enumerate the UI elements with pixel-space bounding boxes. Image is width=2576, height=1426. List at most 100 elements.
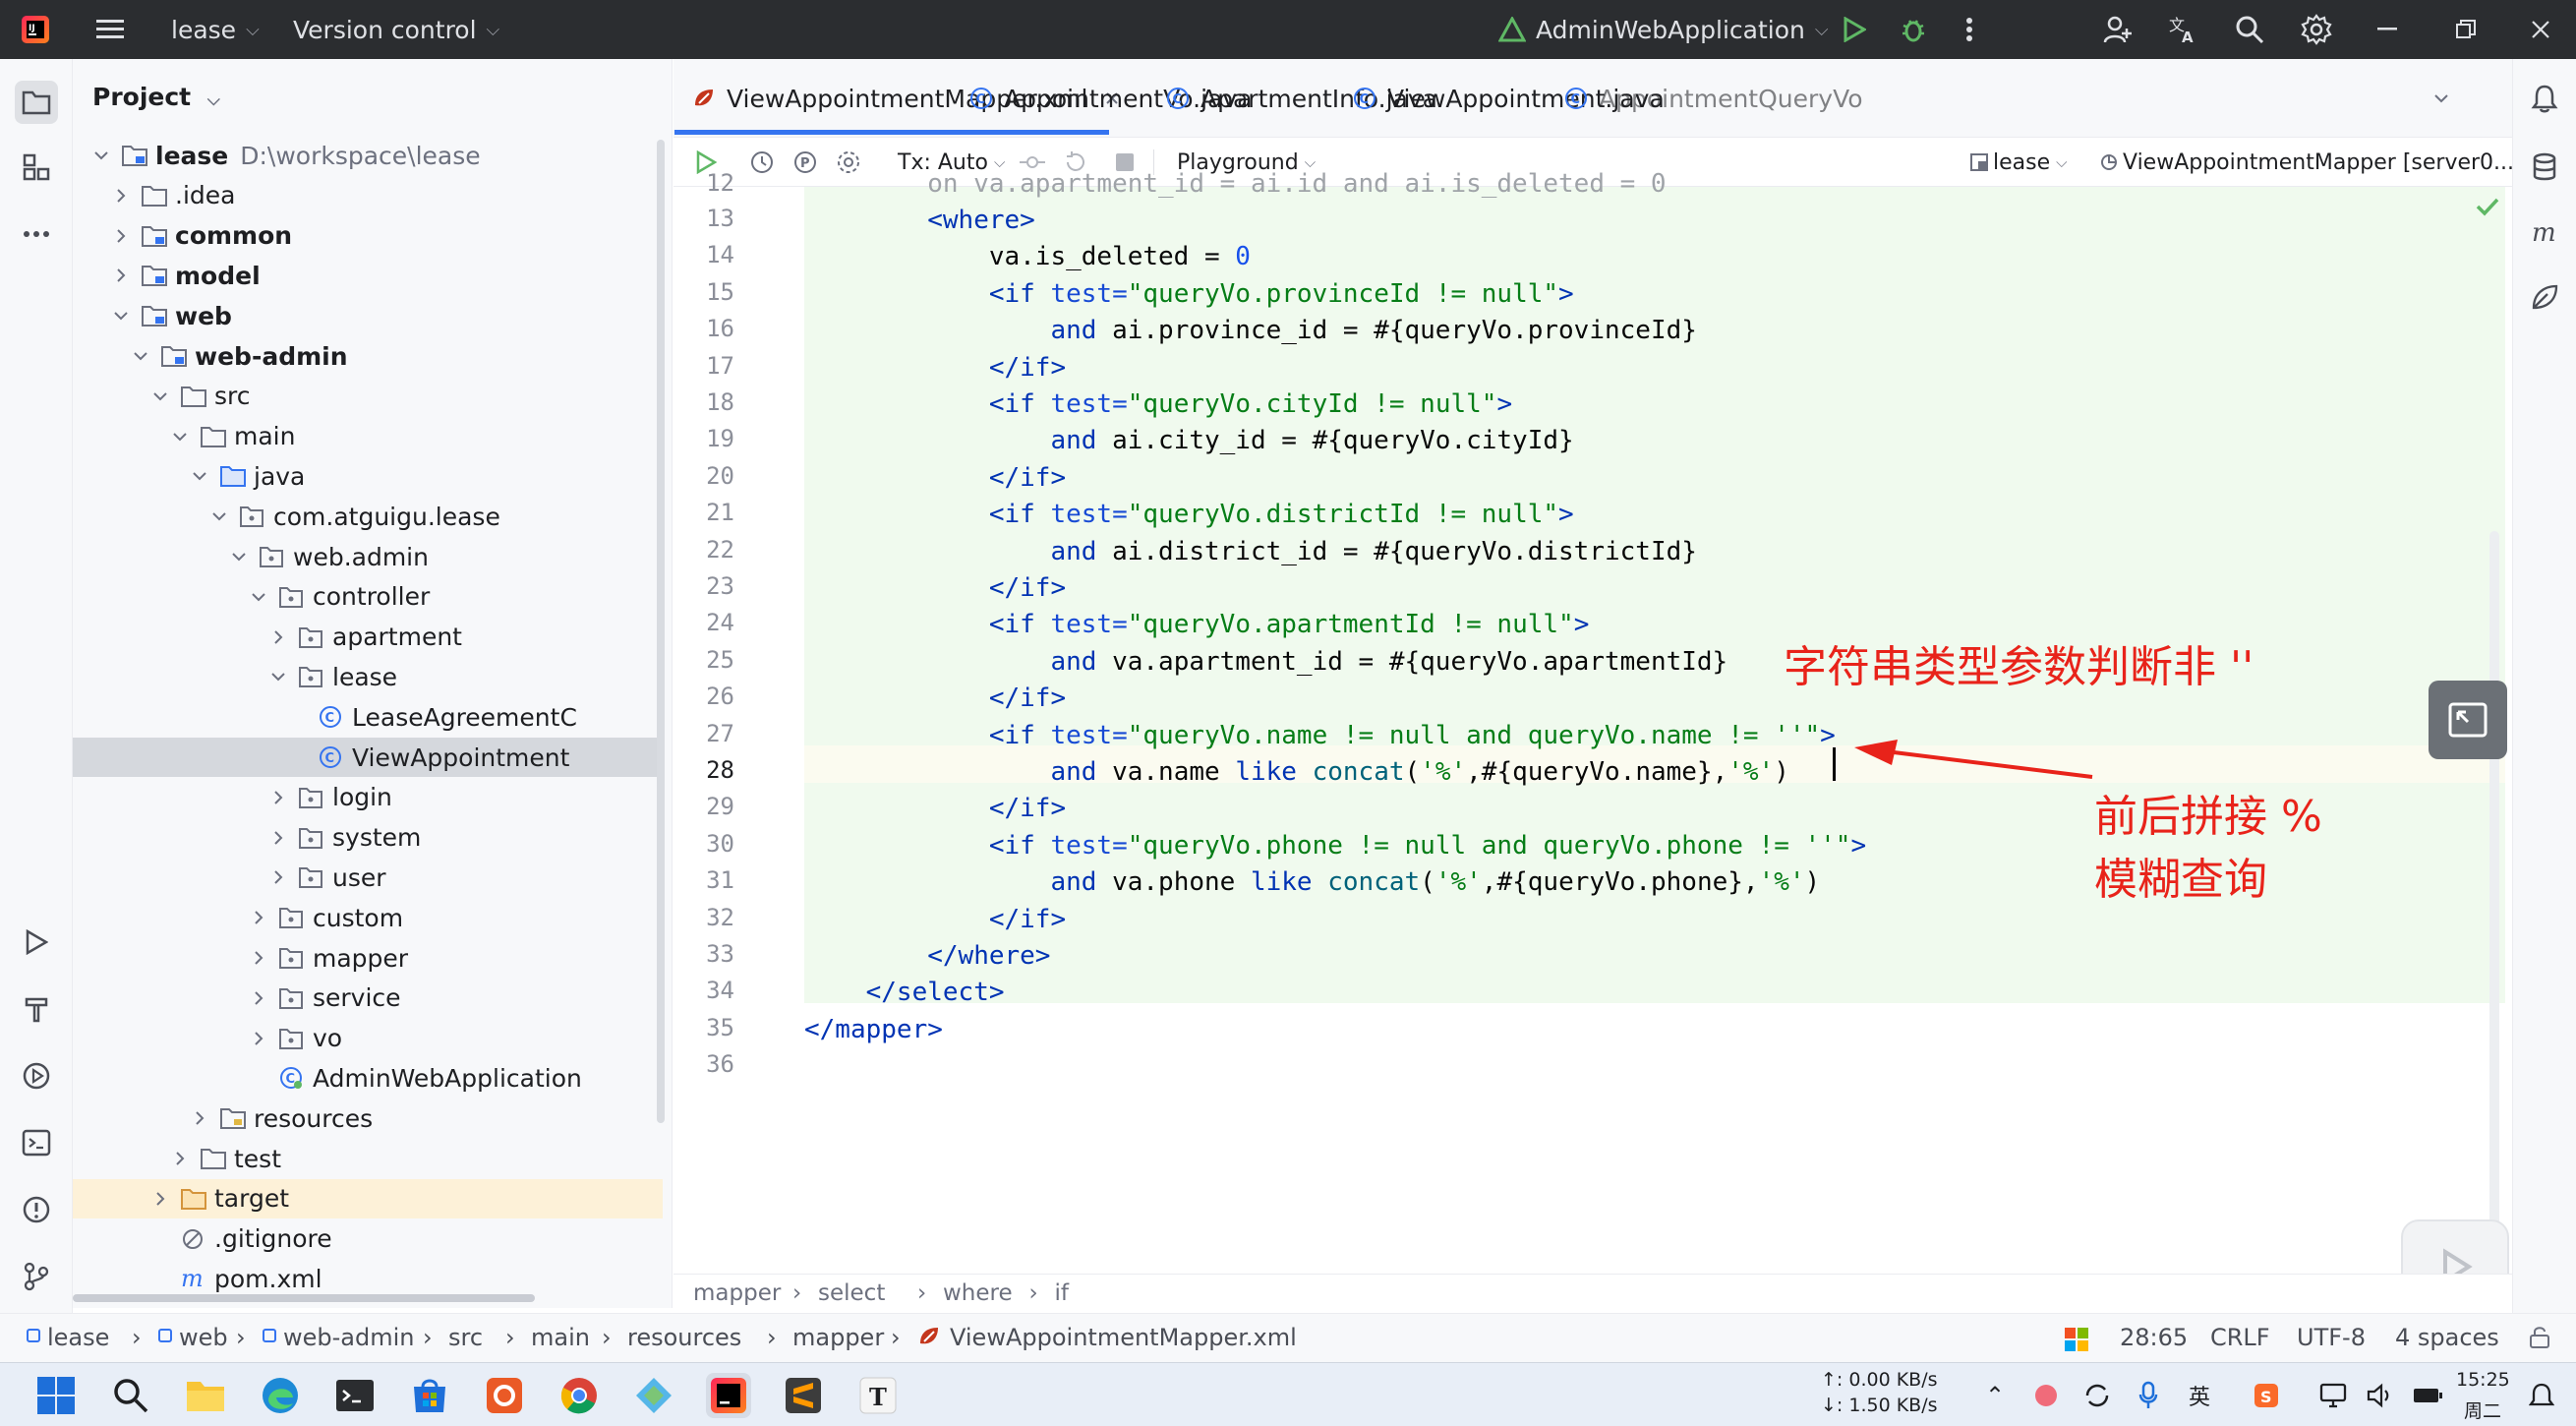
chevron-right-icon[interactable] — [267, 626, 289, 648]
tray-notification-icon[interactable] — [2519, 1373, 2564, 1418]
tree-node[interactable]: web.admin — [73, 537, 663, 576]
git-branch-icon[interactable] — [19, 1259, 54, 1294]
leaf-icon[interactable] — [2527, 279, 2562, 315]
tree-node[interactable]: test — [73, 1139, 663, 1178]
windows-start-icon[interactable] — [33, 1373, 79, 1418]
chevron-right-icon[interactable] — [149, 1188, 171, 1210]
tree-node[interactable]: src — [73, 377, 663, 416]
run-tool-icon[interactable] — [19, 924, 54, 960]
tray-chevron-up-icon[interactable]: ⌃ — [1972, 1373, 2018, 1418]
status-path-item[interactable]: web-admin — [283, 1324, 415, 1351]
main-menu-icon[interactable] — [92, 12, 128, 47]
chevron-down-icon[interactable] — [228, 546, 250, 567]
translate-icon[interactable]: 文A — [2165, 12, 2200, 47]
restore-icon[interactable] — [2448, 12, 2484, 47]
chevron-right-icon[interactable] — [267, 787, 289, 808]
chrome-icon[interactable] — [556, 1373, 602, 1418]
tree-node[interactable]: custom — [73, 898, 663, 937]
tray-ime-icon[interactable]: 英 — [2177, 1373, 2222, 1418]
tray-sync-icon[interactable] — [2075, 1373, 2120, 1418]
tree-node[interactable]: controller — [73, 577, 663, 617]
tree-node[interactable]: user — [73, 858, 663, 897]
maven-icon[interactable]: m — [2527, 214, 2562, 250]
sublime-icon[interactable] — [781, 1373, 826, 1418]
tabs-more-icon[interactable] — [2433, 59, 2449, 138]
settings-gear-icon[interactable] — [2299, 12, 2334, 47]
tree-node[interactable]: m pom.xml — [73, 1259, 663, 1298]
more-tools-icon[interactable] — [19, 216, 54, 252]
status-path-item[interactable]: src — [448, 1324, 483, 1351]
chevron-right-icon[interactable] — [110, 265, 132, 286]
editor-tab[interactable]: C AppointmentQueryVo — [1563, 59, 1863, 138]
chevron-down-icon[interactable] — [189, 465, 210, 487]
tray-volume-icon[interactable] — [2358, 1373, 2403, 1418]
tree-node[interactable]: web-admin — [73, 336, 663, 376]
tray-app-icon[interactable] — [2023, 1373, 2069, 1418]
typora-icon[interactable]: T — [855, 1373, 901, 1418]
tree-node[interactable]: java — [73, 456, 663, 496]
minimize-icon[interactable] — [2370, 12, 2405, 47]
status-path-item[interactable]: main — [531, 1324, 590, 1351]
close-icon[interactable] — [2523, 12, 2558, 47]
chevron-right-icon[interactable] — [169, 1148, 191, 1169]
chevron-down-icon[interactable] — [169, 426, 191, 447]
terminal-app-icon[interactable] — [332, 1373, 378, 1418]
terminal-icon[interactable] — [19, 1125, 54, 1160]
run-icon[interactable] — [1837, 12, 1872, 47]
chevron-right-icon[interactable] — [248, 1028, 269, 1049]
tree-node[interactable]: login — [73, 778, 663, 817]
breadcrumb-item[interactable]: select — [818, 1280, 885, 1306]
breadcrumb-item[interactable]: mapper — [693, 1280, 781, 1306]
structure-icon[interactable] — [19, 149, 54, 185]
status-path-item[interactable]: web — [179, 1324, 228, 1351]
code-editor[interactable]: on va.apartment_id = ai.id and ai.is_del… — [804, 169, 2510, 1416]
add-user-icon[interactable] — [2100, 12, 2136, 47]
vertical-scrollbar[interactable] — [657, 140, 665, 1123]
debug-icon[interactable] — [1896, 12, 1931, 47]
indent-setting[interactable]: 4 spaces — [2395, 1324, 2499, 1351]
status-path-item[interactable]: mapper — [792, 1324, 884, 1351]
chevron-right-icon[interactable] — [267, 866, 289, 888]
tree-node[interactable]: apartment — [73, 618, 663, 657]
tree-node[interactable]: .idea — [73, 176, 663, 215]
tree-node[interactable]: mapper — [73, 938, 663, 978]
tray-battery-icon[interactable] — [2405, 1373, 2450, 1418]
tree-node[interactable]: web — [73, 296, 663, 335]
file-explorer-icon[interactable] — [183, 1373, 228, 1418]
status-path-item[interactable]: resources — [627, 1324, 741, 1351]
tree-node[interactable]: C ViewAppointment — [73, 738, 663, 777]
chevron-down-icon[interactable] — [267, 666, 289, 687]
tree-node[interactable]: .gitignore — [73, 1219, 663, 1259]
run-config-selector[interactable]: AdminWebApplication ⌵ — [1498, 0, 1829, 59]
project-folder-icon[interactable] — [15, 81, 58, 124]
build-hammer-icon[interactable] — [19, 991, 54, 1027]
chevron-right-icon[interactable] — [267, 827, 289, 849]
tree-node[interactable]: system — [73, 818, 663, 858]
taskbar-search-icon[interactable] — [108, 1373, 153, 1418]
chevron-right-icon[interactable] — [248, 987, 269, 1009]
chevron-down-icon[interactable] — [130, 345, 151, 367]
tree-node[interactable]: common — [73, 216, 663, 256]
tree-node[interactable]: main — [73, 417, 663, 456]
project-switcher[interactable]: lease ⌵ — [171, 0, 260, 59]
tree-node[interactable]: target — [73, 1178, 663, 1218]
store-icon[interactable] — [407, 1373, 452, 1418]
tray-microphone-icon[interactable] — [2126, 1373, 2171, 1418]
chevron-down-icon[interactable] — [248, 586, 269, 608]
vcs-menu[interactable]: Version control ⌵ — [293, 0, 499, 59]
floating-fullscreen-button[interactable] — [2429, 681, 2507, 759]
tree-node[interactable]: resources — [73, 1099, 663, 1138]
chevron-down-icon[interactable] — [90, 145, 112, 166]
tree-node[interactable]: C LeaseAgreementC — [73, 697, 663, 737]
tree-node[interactable]: lease — [73, 657, 663, 696]
status-path-item[interactable]: lease — [47, 1324, 109, 1351]
session-selector[interactable]: ViewAppointmentMapper [server0... ⌵ — [2099, 146, 2531, 179]
database-icon[interactable] — [2527, 149, 2562, 185]
tree-node[interactable]: lease D:\workspace\lease — [73, 136, 663, 175]
chevron-right-icon[interactable] — [110, 225, 132, 247]
chevron-down-icon[interactable] — [208, 505, 230, 527]
tree-node[interactable]: model — [73, 256, 663, 295]
chevron-down-icon[interactable] — [110, 305, 132, 327]
tree-node[interactable]: vo — [73, 1019, 663, 1058]
chevron-right-icon[interactable] — [248, 907, 269, 928]
